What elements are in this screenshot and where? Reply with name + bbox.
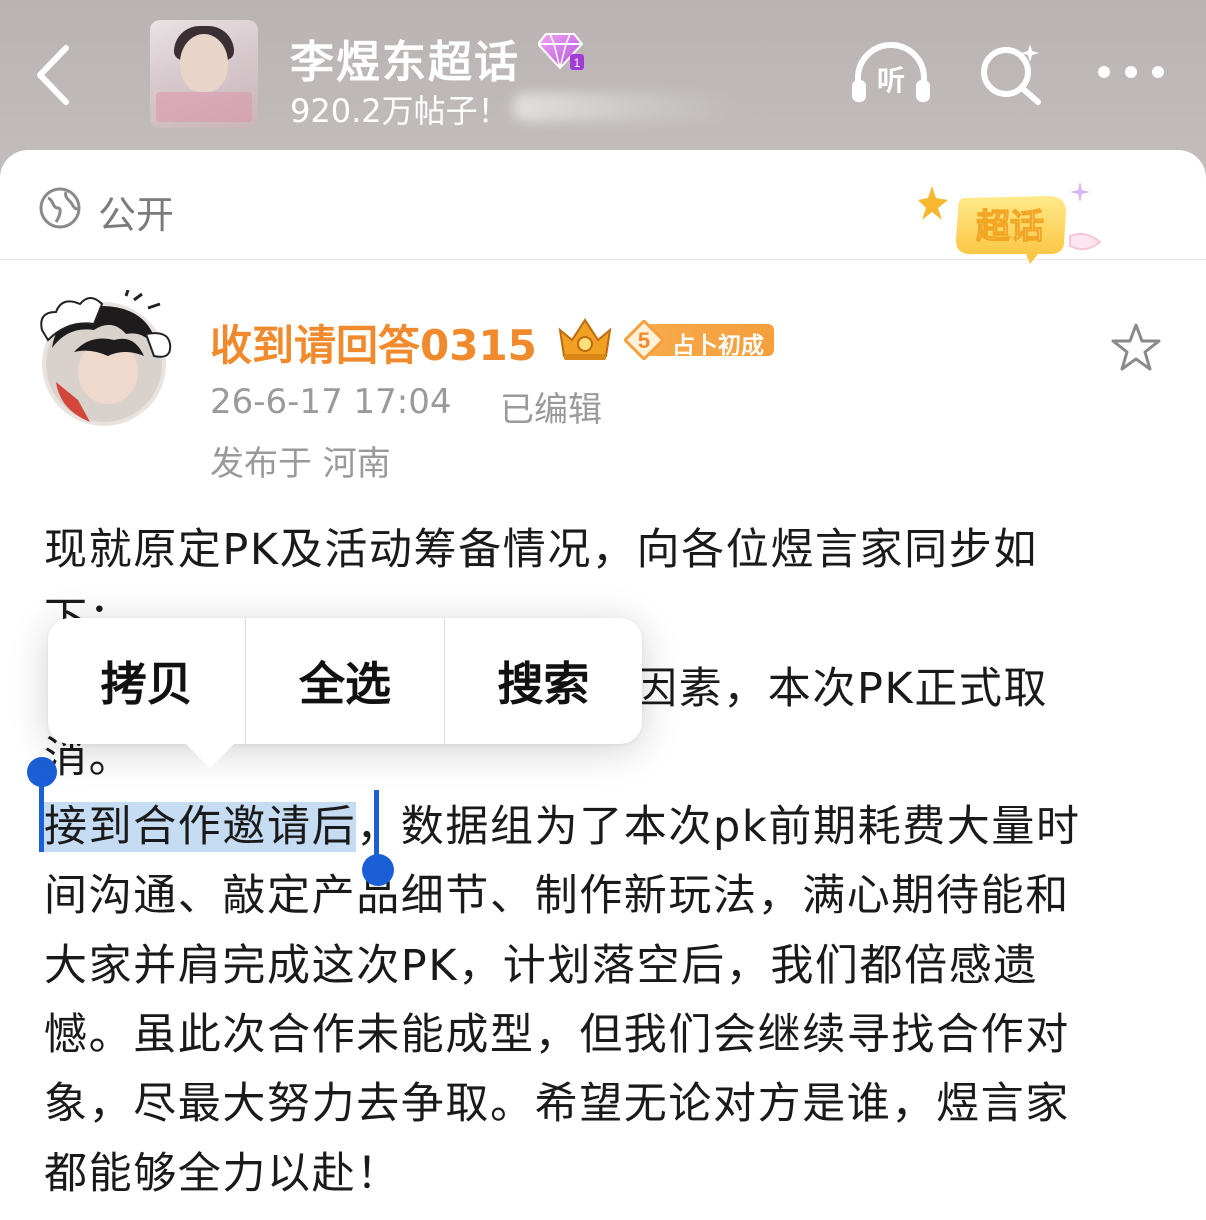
gem-icon: 1 [538, 33, 584, 70]
rank-title: 占卜初成 [672, 333, 764, 359]
body-line: 憾。虽此次合作未能成型，但我们会继续寻找合作对 [44, 1010, 1070, 1061]
select-all-menu-item[interactable]: 全选 [246, 618, 445, 744]
avatar[interactable] [38, 290, 172, 428]
chevron-left-icon[interactable] [28, 40, 84, 110]
edited-label[interactable]: 已编辑 [500, 382, 602, 431]
search-icon[interactable] [978, 42, 1044, 106]
selection-end-handle[interactable] [360, 790, 396, 888]
rank-diamond-icon: 5 [624, 320, 664, 360]
body-line: 都能够全力以赴！ [44, 1148, 401, 1199]
topic-cover-image[interactable] [150, 20, 258, 128]
post-date: 26-6-17 17:04 [210, 382, 452, 422]
body-line: 象，尽最大努力去争取。希望无论对方是谁，煜言家 [44, 1079, 1070, 1130]
selection-start-handle[interactable] [26, 756, 58, 852]
body-line-partial: 因素，本次PK正式取 [634, 663, 1049, 714]
username[interactable]: 收到请回答0315 [210, 312, 537, 373]
topic-post-count: 920.2万帖子！ [290, 92, 510, 130]
text-context-menu: 拷贝 全选 搜索 [48, 618, 642, 744]
chaohua-badge[interactable]: 超话 [918, 180, 1108, 270]
headphones-icon[interactable]: 听 [850, 40, 932, 106]
blurred-text [512, 92, 742, 122]
visibility-bar: 公开 超话 [0, 150, 1206, 264]
listen-label: 听 [877, 64, 905, 97]
svg-text:1: 1 [574, 56, 581, 70]
body-line: 大家并肩完成这次PK，计划落空后，我们都倍感遗 [44, 940, 1038, 991]
post-location: 发布于 河南 [210, 444, 391, 484]
selected-text[interactable]: 接到合作邀请后 [44, 802, 357, 853]
rank-badge: 5 占卜初成 [622, 320, 774, 360]
body-line-rest: ，数据组为了本次pk前期耗费大量时 [356, 802, 1081, 853]
star-icon[interactable] [1110, 322, 1162, 372]
copy-menu-item[interactable]: 拷贝 [48, 618, 247, 744]
more-icon[interactable] [1096, 64, 1166, 80]
body-line: 间沟通、敲定产品细节、制作新玩法，满心期待能和 [44, 871, 1070, 922]
context-menu-arrow [184, 742, 236, 768]
topic-title[interactable]: 李煜东超话 [290, 26, 520, 90]
rank-level: 5 [638, 328, 650, 353]
search-menu-item[interactable]: 搜索 [445, 618, 642, 744]
globe-icon [39, 187, 81, 229]
body-line: 接到合作邀请后，数据组为了本次pk前期耗费大量时 [44, 793, 1164, 862]
crown-icon [558, 318, 612, 360]
chaohua-badge-label: 超话 [976, 207, 1044, 247]
visibility-label: 公开 [98, 193, 175, 237]
body-line: 现就原定PK及活动筹备情况，向各位煜言家同步如 [44, 525, 1038, 575]
